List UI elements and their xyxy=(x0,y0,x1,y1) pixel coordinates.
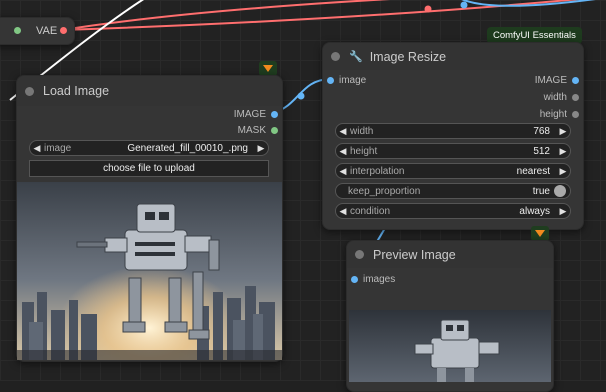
output-image-label: IMAGE xyxy=(534,75,567,86)
load-image-header[interactable]: Load Image xyxy=(17,76,282,106)
wrench-icon: 🔧 xyxy=(349,51,363,63)
condition-label: condition xyxy=(350,205,391,217)
output-width-label: width xyxy=(543,92,567,103)
output-width-dot[interactable] xyxy=(572,94,579,101)
keep-proportion-value: true xyxy=(532,185,550,197)
vae-input-dot[interactable] xyxy=(14,27,21,34)
condition-value: always xyxy=(519,205,550,217)
right-arrow-icon[interactable]: ▶ xyxy=(254,143,268,154)
image-widget-value: Generated_fill_00010_.png xyxy=(127,142,248,154)
upload-button[interactable]: choose file to upload xyxy=(29,160,269,177)
width-label: width xyxy=(350,125,374,137)
preview-image xyxy=(349,310,551,382)
vae-node[interactable]: VAE xyxy=(0,17,75,45)
left-arrow-icon[interactable]: ◀ xyxy=(336,126,350,137)
right-arrow-icon[interactable]: ▶ xyxy=(556,206,570,217)
output-mask-label: MASK xyxy=(237,125,266,136)
width-widget[interactable]: ◀ width 768 ▶ xyxy=(335,123,571,139)
right-arrow-icon[interactable]: ▶ xyxy=(556,166,570,177)
left-arrow-icon[interactable]: ◀ xyxy=(336,206,350,217)
interpolation-widget[interactable]: ◀ interpolation nearest ▶ xyxy=(335,163,571,179)
output-image-dot[interactable] xyxy=(572,77,579,84)
height-widget[interactable]: ◀ height 512 ▶ xyxy=(335,143,571,159)
keep-proportion-label: keep_proportion xyxy=(348,185,421,197)
interpolation-label: interpolation xyxy=(350,165,405,177)
output-image-label: IMAGE xyxy=(233,109,266,120)
left-arrow-icon[interactable]: ◀ xyxy=(30,143,44,154)
output-height-label: height xyxy=(539,109,567,120)
loaded-image xyxy=(17,182,282,360)
right-arrow-icon[interactable]: ▶ xyxy=(556,126,570,137)
condition-widget[interactable]: ◀ condition always ▶ xyxy=(335,203,571,219)
preview-image-node[interactable]: Preview Image images xyxy=(346,240,554,392)
vae-output-dot[interactable] xyxy=(60,27,67,34)
height-label: height xyxy=(350,145,378,157)
output-image-dot[interactable] xyxy=(271,111,278,118)
output-height-dot[interactable] xyxy=(572,111,579,118)
load-image-title: Load Image xyxy=(43,84,110,98)
collapse-dot-icon[interactable] xyxy=(355,250,364,259)
toggle-knob-icon[interactable] xyxy=(554,185,566,197)
vae-title: VAE xyxy=(36,25,58,37)
left-arrow-icon[interactable]: ◀ xyxy=(336,166,350,177)
image-widget-label: image xyxy=(44,142,72,154)
output-mask-dot[interactable] xyxy=(271,127,278,134)
input-image-label: image xyxy=(339,75,367,86)
input-images-label: images xyxy=(363,274,396,285)
preview-image-header[interactable]: Preview Image xyxy=(347,241,553,268)
fox-icon xyxy=(259,61,277,76)
image-resize-header[interactable]: 🔧 Image Resize xyxy=(323,43,583,70)
width-value: 768 xyxy=(533,125,550,137)
right-arrow-icon[interactable]: ▶ xyxy=(556,146,570,157)
interpolation-value: nearest xyxy=(516,165,550,177)
input-images-dot[interactable] xyxy=(351,276,358,283)
image-resize-title: Image Resize xyxy=(369,49,447,64)
load-image-node[interactable]: Load Image IMAGE MASK ◀ image Generated_… xyxy=(16,75,283,362)
image-resize-node[interactable]: 🔧 Image Resize image IMAGE width height … xyxy=(322,42,584,230)
fox-icon xyxy=(531,226,549,241)
preview-image-title: Preview Image xyxy=(373,247,456,262)
collapse-dot-icon[interactable] xyxy=(25,86,34,96)
image-select-widget[interactable]: ◀ image Generated_fill_00010_.png ▶ xyxy=(29,140,269,156)
input-image-dot[interactable] xyxy=(327,77,334,84)
keep-proportion-toggle[interactable]: keep_proportion true xyxy=(335,183,571,199)
height-value: 512 xyxy=(533,145,550,157)
collapse-dot-icon[interactable] xyxy=(331,52,340,61)
left-arrow-icon[interactable]: ◀ xyxy=(336,146,350,157)
